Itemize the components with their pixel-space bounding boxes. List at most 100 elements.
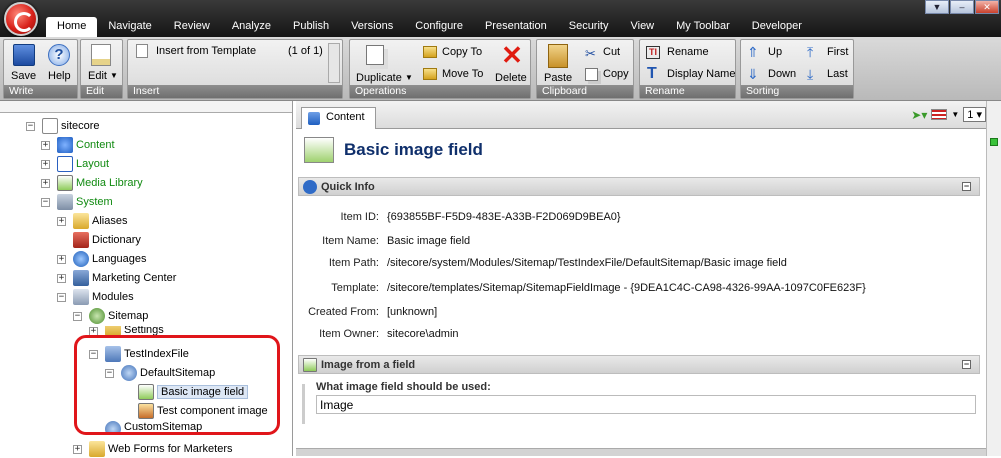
tree-label: Web Forms for Marketers: [108, 443, 233, 455]
close-button[interactable]: ✕: [975, 0, 999, 14]
tab-review[interactable]: Review: [163, 17, 221, 37]
tree-item-media-library[interactable]: + Media Library: [41, 174, 143, 192]
tree-item-content[interactable]: + Content: [41, 136, 115, 154]
navigate-icon[interactable]: ➤▾: [911, 108, 927, 122]
tree-item-sitemap[interactable]: − Sitemap: [73, 307, 148, 325]
up-button[interactable]: Up: [768, 46, 782, 58]
info-label: Item Owner:: [319, 328, 379, 340]
image-field-input[interactable]: Image: [316, 395, 976, 414]
content-editor: Content ➤▾ ▼ 1 ▾ Basic image field Quick…: [296, 101, 986, 456]
tree-scroll-top[interactable]: [0, 101, 292, 113]
chevron-down-icon: ▼: [110, 71, 118, 80]
highlight-annotation: [74, 335, 280, 435]
modules-icon: [73, 289, 89, 305]
info-label: Item ID:: [340, 211, 379, 223]
tab-analyze[interactable]: Analyze: [221, 17, 282, 37]
scroll-arrows-icon[interactable]: [328, 43, 340, 83]
expand-icon[interactable]: +: [57, 216, 66, 226]
group-clipboard: Paste ✂ Cut Copy Clipboard: [536, 39, 634, 99]
collapse-icon[interactable]: −: [962, 360, 971, 369]
tab-configure[interactable]: Configure: [404, 17, 474, 37]
minimize-button[interactable]: –: [950, 0, 974, 14]
expand-icon[interactable]: +: [41, 159, 50, 169]
tab-navigate[interactable]: Navigate: [97, 17, 162, 37]
info-value: /sitecore/system/Modules/Sitemap/TestInd…: [387, 257, 787, 269]
right-scrollbar[interactable]: [986, 101, 1001, 456]
tab-home[interactable]: Home: [46, 17, 98, 37]
delete-icon: ✕: [501, 40, 523, 70]
tree-item-languages[interactable]: + Languages: [57, 250, 146, 268]
expand-icon[interactable]: +: [41, 140, 50, 150]
tab-my-toolbar[interactable]: My Toolbar: [665, 17, 741, 37]
edit-icon: [91, 44, 111, 66]
tab-publish[interactable]: Publish: [282, 17, 340, 37]
tree-item-marketing-center[interactable]: + Marketing Center: [57, 269, 176, 287]
tab-security[interactable]: Security: [558, 17, 620, 37]
expand-icon[interactable]: +: [73, 444, 82, 454]
info-row-item-id: Item ID: {693855BF-F5D9-483E-A33B-F2D069…: [296, 207, 978, 227]
media-icon: [57, 175, 73, 191]
image-section-header[interactable]: Image from a field −: [298, 355, 980, 374]
display-name-button[interactable]: Display Name: [667, 68, 735, 80]
tree-item-aliases[interactable]: + Aliases: [57, 212, 127, 230]
chevron-down-icon[interactable]: ▼: [951, 110, 959, 119]
first-button[interactable]: First: [827, 46, 848, 58]
copy-to-icon: [423, 46, 437, 58]
info-value[interactable]: /sitecore/templates/Sitemap/SitemapField…: [387, 282, 866, 294]
collapse-icon[interactable]: −: [41, 197, 50, 207]
expand-icon[interactable]: +: [57, 273, 66, 283]
copy-icon: [585, 68, 598, 81]
insert-from-template-button[interactable]: Insert from Template: [156, 45, 256, 57]
tree-item-layout[interactable]: + Layout: [41, 155, 109, 173]
tab-presentation[interactable]: Presentation: [474, 17, 558, 37]
ribbon: Save ? Help Write Edit ▼ Edit Insert fro…: [0, 37, 1001, 101]
section-title: Quick Info: [321, 180, 375, 193]
collapse-icon[interactable]: −: [57, 292, 66, 302]
duplicate-button[interactable]: Duplicate: [356, 72, 402, 84]
up-arrow-icon: ⇑: [747, 44, 759, 60]
dropdown-button[interactable]: ▼: [925, 0, 949, 14]
expand-icon[interactable]: +: [57, 254, 66, 264]
info-row-created-from: Created From: [unknown]: [296, 302, 978, 322]
help-button[interactable]: Help: [48, 70, 71, 82]
cut-button[interactable]: Cut: [603, 46, 620, 58]
tree-item-system[interactable]: − System: [41, 193, 113, 211]
tree-label: sitecore: [61, 120, 100, 132]
layout-icon: [57, 156, 73, 172]
rename-button[interactable]: Rename: [667, 46, 709, 58]
expand-icon[interactable]: +: [41, 178, 50, 188]
edit-button[interactable]: Edit: [88, 70, 107, 82]
group-rename: TI Rename T Display Name Rename: [639, 39, 736, 99]
tree-item-modules[interactable]: − Modules: [57, 288, 134, 306]
delete-button[interactable]: Delete: [495, 72, 527, 84]
collapse-icon[interactable]: −: [73, 311, 82, 321]
copy-to-button[interactable]: Copy To: [442, 46, 482, 58]
quick-info-header[interactable]: Quick Info −: [298, 177, 980, 196]
move-to-button[interactable]: Move To: [442, 68, 483, 80]
version-selector[interactable]: 1 ▾: [963, 107, 986, 122]
field-marker: [302, 384, 305, 424]
down-arrow-icon: ⇓: [747, 66, 759, 82]
help-icon: ?: [48, 44, 70, 66]
copy-button[interactable]: Copy: [603, 68, 629, 80]
collapse-icon[interactable]: −: [962, 182, 971, 191]
down-button[interactable]: Down: [768, 68, 796, 80]
collapse-icon[interactable]: −: [26, 121, 35, 131]
sitecore-logo-icon[interactable]: [4, 2, 38, 36]
save-button[interactable]: Save: [11, 70, 36, 82]
tree-label: Modules: [92, 291, 134, 303]
tree-item-web-forms[interactable]: + Web Forms for Marketers: [73, 440, 233, 458]
tree-item-dictionary[interactable]: Dictionary: [73, 231, 141, 249]
tab-developer[interactable]: Developer: [741, 17, 813, 37]
info-value: {693855BF-F5D9-483E-A33B-F2D069D9BEA0}: [387, 211, 621, 223]
tab-versions[interactable]: Versions: [340, 17, 404, 37]
display-name-icon: T: [647, 65, 657, 82]
info-label: Item Path:: [328, 257, 379, 269]
tab-view[interactable]: View: [619, 17, 665, 37]
insert-count: (1 of 1): [288, 45, 323, 57]
paste-button[interactable]: Paste: [544, 72, 572, 84]
last-button[interactable]: Last: [827, 68, 848, 80]
tree-item-sitecore[interactable]: − sitecore: [26, 117, 100, 135]
tab-content[interactable]: Content: [301, 107, 376, 129]
language-flag-icon[interactable]: [931, 109, 948, 120]
